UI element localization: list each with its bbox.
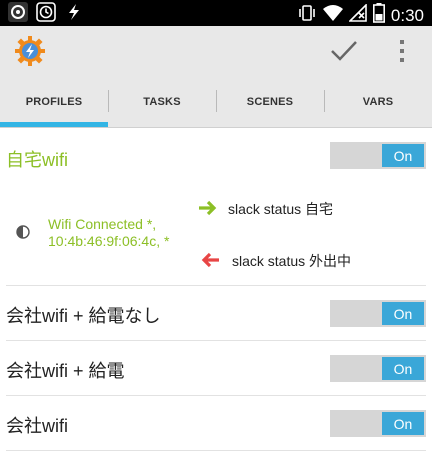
tasker-notification-icon [8, 2, 28, 22]
tab-bar: PROFILES TASKS SCENES VARS [0, 76, 432, 127]
state-context-icon [16, 225, 30, 239]
profile-item-office-wifi-no-charge[interactable]: 会社wifi + 給電なし On [0, 286, 432, 340]
context-line-2[interactable]: 10:4b:46:9f:06:4c, * [48, 233, 169, 249]
enter-arrow-icon [198, 199, 220, 217]
context-line-1[interactable]: Wifi Connected *, [48, 216, 156, 232]
enter-task-label[interactable]: slack status 自宅 [228, 199, 333, 219]
exit-arrow-icon [198, 251, 220, 269]
profile-name[interactable]: 会社wifi + 給電なし [6, 302, 161, 328]
row-divider [6, 450, 426, 451]
profile-name[interactable]: 会社wifi + 給電 [6, 357, 125, 383]
profile-toggle[interactable]: On [330, 355, 426, 382]
system-icons: 0:30 [297, 3, 424, 28]
toggle-on-label: On [382, 302, 424, 325]
tab-profiles[interactable]: PROFILES [0, 76, 108, 127]
tab-tasks[interactable]: TASKS [108, 76, 216, 127]
overflow-menu-icon[interactable] [392, 37, 412, 65]
clock-icon [36, 2, 56, 22]
battery-icon [372, 3, 385, 28]
status-bar: 0:30 [0, 0, 432, 26]
toggle-on-label: On [382, 412, 424, 435]
vibrate-icon [297, 3, 317, 28]
exit-task-label[interactable]: slack status 外出中 [232, 251, 351, 271]
profile-item-office-wifi-charging[interactable]: 会社wifi + 給電 On [0, 341, 432, 395]
action-bar [0, 26, 432, 76]
tab-scenes[interactable]: SCENES [216, 76, 324, 127]
toggle-on-label: On [382, 357, 424, 380]
profile-toggle[interactable]: On [330, 410, 426, 437]
profile-name[interactable]: 自宅wifi [6, 146, 68, 172]
checkmark-icon[interactable] [328, 37, 360, 65]
tasker-app-icon [14, 35, 46, 67]
lightning-icon [64, 2, 84, 22]
toggle-on-label: On [382, 144, 424, 167]
notification-icons [8, 2, 84, 22]
profile-toggle[interactable]: On [330, 142, 426, 169]
tab-vars[interactable]: VARS [324, 76, 432, 127]
wifi-icon [322, 4, 343, 27]
clock-time: 0:30 [390, 5, 424, 25]
signal-off-icon [347, 3, 367, 27]
profile-item-office-wifi[interactable]: 会社wifi On [0, 396, 432, 450]
profile-toggle[interactable]: On [330, 300, 426, 327]
profile-name[interactable]: 会社wifi [6, 412, 68, 438]
